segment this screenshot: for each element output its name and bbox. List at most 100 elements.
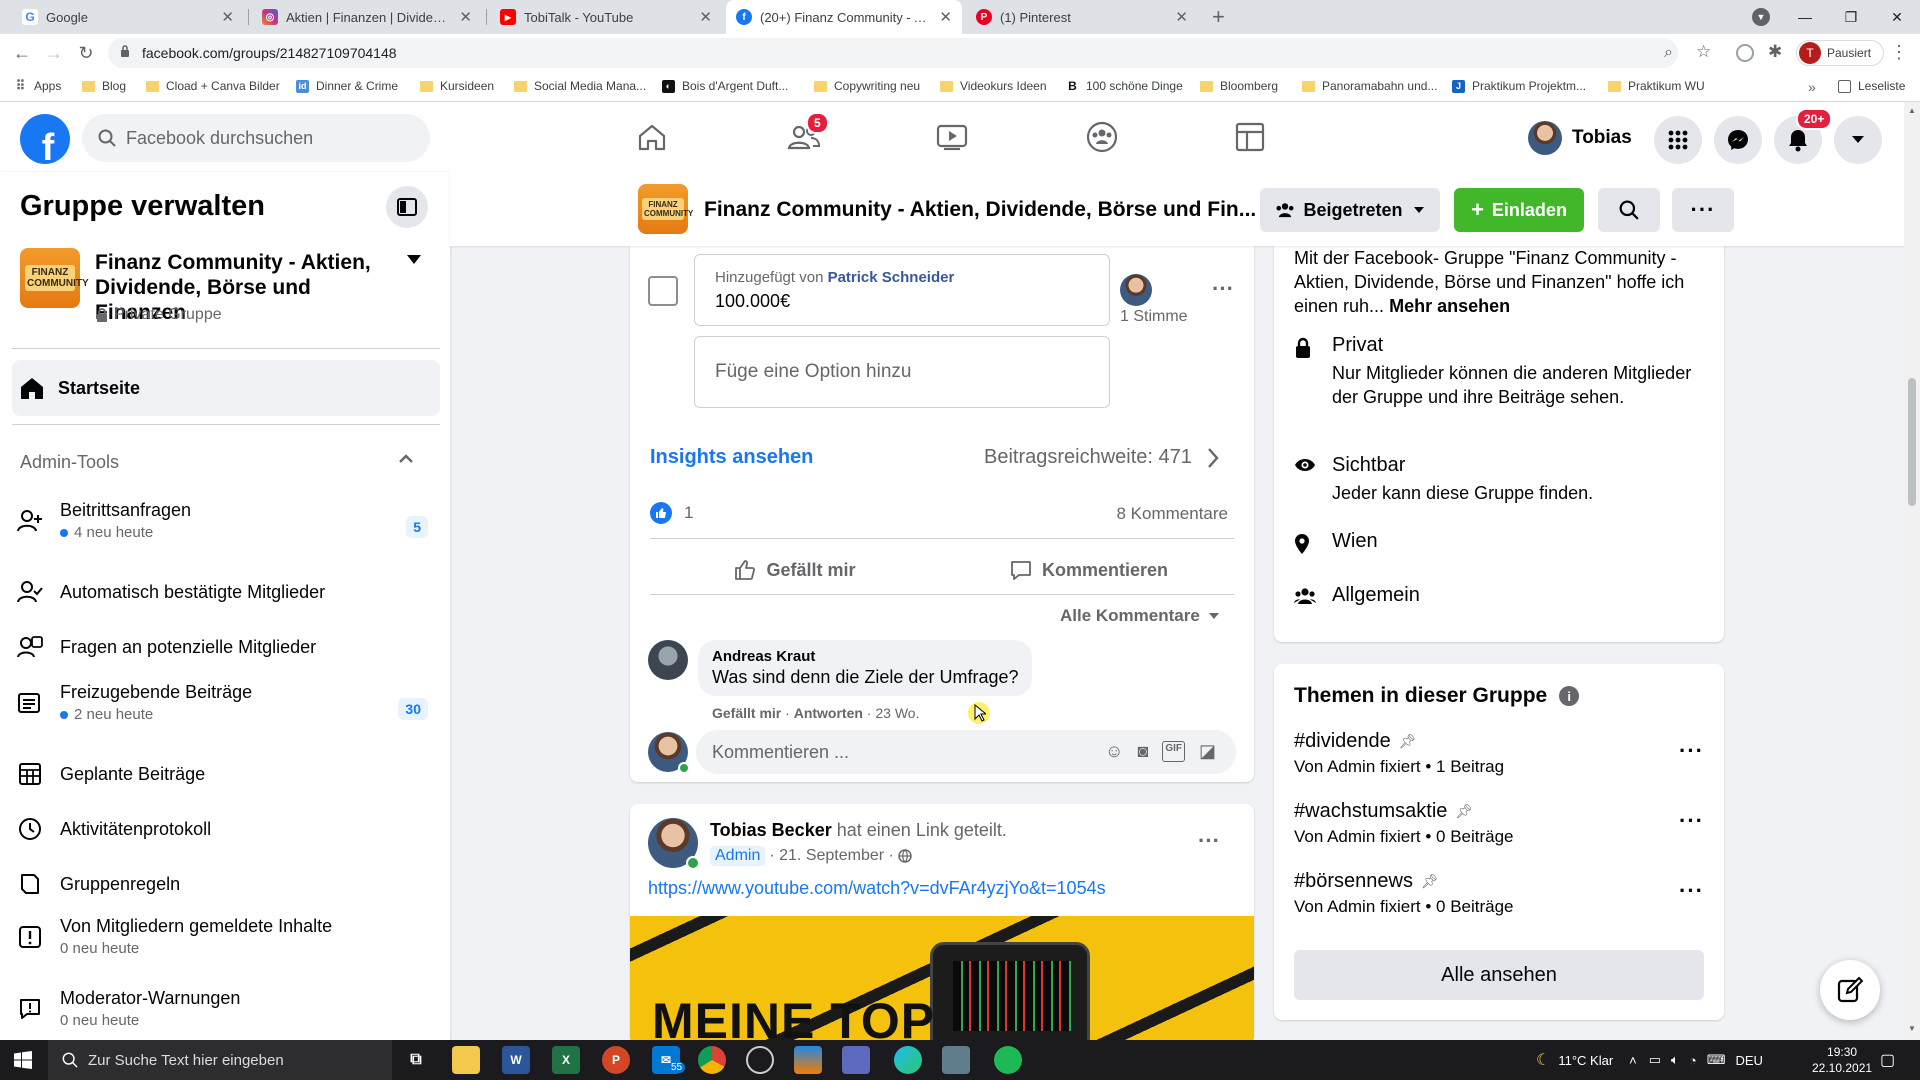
nav-friends-icon[interactable]: 5 bbox=[772, 110, 836, 164]
like-button[interactable]: Gefällt mir bbox=[650, 546, 940, 594]
close-icon[interactable]: ✕ bbox=[459, 8, 472, 26]
chevron-up-icon[interactable] bbox=[398, 454, 414, 464]
puzzle-icon[interactable]: ✱ bbox=[1768, 42, 1782, 62]
post-date[interactable]: · 21. September · bbox=[769, 847, 894, 865]
insights-link[interactable]: Insights ansehen bbox=[650, 446, 813, 469]
sidebar-item-auto-approved[interactable]: Automatisch bestätigte Mitglieder bbox=[12, 576, 440, 608]
file-explorer-icon[interactable] bbox=[452, 1046, 480, 1074]
invite-button[interactable]: + Einladen bbox=[1454, 188, 1584, 232]
notifications-bell-icon[interactable]: 20+ bbox=[1774, 108, 1833, 164]
close-icon[interactable]: ✕ bbox=[221, 8, 234, 26]
topic-item[interactable]: #wachstumsaktie 📌︎ Von Admin fixiert • 0 … bbox=[1294, 800, 1704, 847]
topic-item[interactable]: #börsennews 📌︎ Von Admin fixiert • 0 Beit… bbox=[1294, 870, 1704, 917]
app-icon[interactable] bbox=[842, 1046, 870, 1074]
post-author[interactable]: Tobias Becker bbox=[710, 820, 832, 840]
reading-list-button[interactable]: Leseliste bbox=[1838, 79, 1905, 93]
bookmark-item[interactable]: B 100 schöne Dinge bbox=[1066, 79, 1183, 93]
voter-avatar[interactable] bbox=[1120, 274, 1152, 306]
bookmark-item[interactable]: Kursideen bbox=[420, 79, 494, 93]
back-icon[interactable]: ← bbox=[8, 39, 36, 67]
network-icon[interactable]: ▭ bbox=[1649, 1052, 1661, 1068]
scrollbar-thumb[interactable] bbox=[1908, 378, 1916, 506]
bookmark-item[interactable]: Bloomberg bbox=[1200, 79, 1278, 93]
new-tab-button[interactable]: + bbox=[1212, 4, 1225, 30]
reaction-summary[interactable]: 1 bbox=[650, 502, 693, 524]
notification-center-icon[interactable]: ▢ bbox=[1880, 1050, 1895, 1070]
post-reach[interactable]: Beitragsreichweite: 471 bbox=[984, 446, 1220, 469]
new-message-button[interactable] bbox=[1820, 960, 1880, 1020]
window-close-button[interactable]: ✕ bbox=[1874, 0, 1920, 34]
poll-option-more-icon[interactable]: ··· bbox=[1212, 276, 1234, 302]
language-indicator[interactable]: DEU bbox=[1735, 1053, 1762, 1068]
edge-icon[interactable] bbox=[894, 1046, 922, 1074]
bookmark-item[interactable]: Panoramabahn und... bbox=[1302, 79, 1437, 93]
topic-more-icon[interactable]: ··· bbox=[1679, 878, 1704, 904]
bookmark-item[interactable]: Praktikum WU bbox=[1608, 79, 1705, 93]
comment-count[interactable]: 8 Kommentare bbox=[1110, 504, 1229, 524]
profile-button[interactable]: Tobias bbox=[1528, 116, 1632, 160]
facebook-search-input[interactable]: Facebook durchsuchen bbox=[82, 114, 430, 162]
bookmark-item[interactable]: Cload + Canva Bilder bbox=[146, 79, 280, 93]
taskbar-search[interactable]: Zur Suche Text hier eingeben bbox=[48, 1040, 392, 1080]
poll-option[interactable]: Hinzugefügt von Patrick Schneider 100.00… bbox=[694, 254, 1110, 326]
tab-youtube[interactable]: ▶ TobiTalk - YouTube ✕ bbox=[490, 0, 722, 34]
gif-icon[interactable]: GIF bbox=[1162, 741, 1185, 762]
apps-bookmark[interactable]: ⠿ Apps bbox=[14, 78, 61, 93]
tray-chevron-icon[interactable]: ˄ bbox=[1629, 1053, 1637, 1068]
weather-text[interactable]: 11°C Klar bbox=[1558, 1053, 1613, 1068]
page-scrollbar[interactable]: ▲ ▼ bbox=[1904, 102, 1920, 1040]
tab-pinterest[interactable]: P (1) Pinterest ✕ bbox=[966, 0, 1198, 34]
bookmark-item[interactable]: id Dinner & Crime bbox=[296, 79, 398, 93]
group-header-logo[interactable]: FINANZ COMMUNITY bbox=[638, 184, 693, 234]
sidebar-item-scheduled-posts[interactable]: Geplante Beiträge bbox=[12, 758, 440, 790]
volume-icon[interactable]: 🔈︎ bbox=[1671, 1052, 1679, 1068]
sidebar-item-group-rules[interactable]: Gruppenregeln bbox=[12, 868, 440, 900]
info-icon[interactable]: i bbox=[1559, 686, 1580, 706]
nav-groups-icon[interactable] bbox=[1070, 110, 1134, 164]
comment-filter-dropdown[interactable]: Alle Kommentare bbox=[1060, 606, 1220, 626]
post-more-icon[interactable]: ··· bbox=[1198, 828, 1220, 854]
more-bookmarks-icon[interactable]: » bbox=[1808, 79, 1816, 95]
group-logo[interactable]: FINANZ COMMUNITY bbox=[20, 248, 89, 308]
topic-more-icon[interactable]: ··· bbox=[1679, 738, 1704, 764]
joined-button[interactable]: Beigetreten bbox=[1260, 188, 1440, 232]
word-icon[interactable]: W bbox=[502, 1046, 530, 1074]
info-location[interactable]: Wien bbox=[1294, 530, 1378, 555]
scroll-down-icon[interactable]: ▼ bbox=[1908, 1024, 1916, 1033]
sticker-icon[interactable]: ◪ bbox=[1199, 741, 1216, 762]
close-icon[interactable]: ✕ bbox=[699, 8, 712, 26]
tab-google[interactable]: G Google ✕ bbox=[12, 0, 244, 34]
comment-reply-link[interactable]: Antworten bbox=[794, 705, 863, 721]
excel-icon[interactable]: X bbox=[552, 1046, 580, 1074]
scroll-up-icon[interactable]: ▲ bbox=[1908, 106, 1916, 115]
tab-instagram[interactable]: ◎ Aktien | Finanzen | Dividende (@ ✕ bbox=[252, 0, 482, 34]
topic-more-icon[interactable]: ··· bbox=[1679, 808, 1704, 834]
account-dropdown-icon[interactable] bbox=[1834, 116, 1882, 164]
close-icon[interactable]: ✕ bbox=[1175, 8, 1188, 26]
add-poll-option-input[interactable]: Füge eine Option hinzu bbox=[694, 336, 1110, 408]
nav-gaming-icon[interactable] bbox=[1218, 110, 1282, 164]
link-preview-image[interactable]: MEINE TOP bbox=[630, 916, 1254, 1044]
spotify-icon[interactable] bbox=[994, 1046, 1022, 1074]
comment-button[interactable]: Kommentieren bbox=[944, 546, 1234, 594]
extension-icon[interactable] bbox=[1736, 44, 1754, 62]
group-header-title[interactable]: Finanz Community - Aktien, Dividende, Bö… bbox=[704, 198, 1256, 222]
sidebar-collapse-icon[interactable] bbox=[386, 186, 428, 228]
admin-badge[interactable]: Admin bbox=[710, 846, 766, 866]
app-icon[interactable] bbox=[942, 1046, 970, 1074]
comment-like-link[interactable]: Gefällt mir bbox=[712, 705, 781, 721]
emoji-icon[interactable]: ☺ bbox=[1105, 741, 1123, 762]
sidebar-item-activity-log[interactable]: Aktivitätenprotokoll bbox=[12, 813, 440, 845]
reload-icon[interactable]: ↻ bbox=[72, 39, 100, 67]
sidebar-item-pending-posts[interactable]: Freizugebende Beiträge 2 neu heute 30 bbox=[12, 682, 440, 723]
powerpoint-icon[interactable]: P bbox=[602, 1046, 630, 1074]
topic-item[interactable]: #dividende 📌︎ Von Admin fixiert • 1 Beitr… bbox=[1294, 730, 1704, 777]
wifi-icon[interactable]: ◔ bbox=[1689, 1053, 1697, 1068]
bookmark-item[interactable]: J Praktikum Projektm... bbox=[1452, 79, 1586, 93]
nav-home-icon[interactable] bbox=[620, 110, 684, 164]
poll-added-by-name[interactable]: Patrick Schneider bbox=[828, 269, 955, 286]
sidebar-item-reported-content[interactable]: Von Mitgliedern gemeldete Inhalte 0 neu h… bbox=[12, 916, 440, 957]
bookmark-item[interactable]: Social Media Mana... bbox=[514, 79, 646, 93]
group-switch-dropdown-icon[interactable] bbox=[406, 254, 422, 266]
star-icon[interactable]: ☆ bbox=[1696, 42, 1711, 62]
